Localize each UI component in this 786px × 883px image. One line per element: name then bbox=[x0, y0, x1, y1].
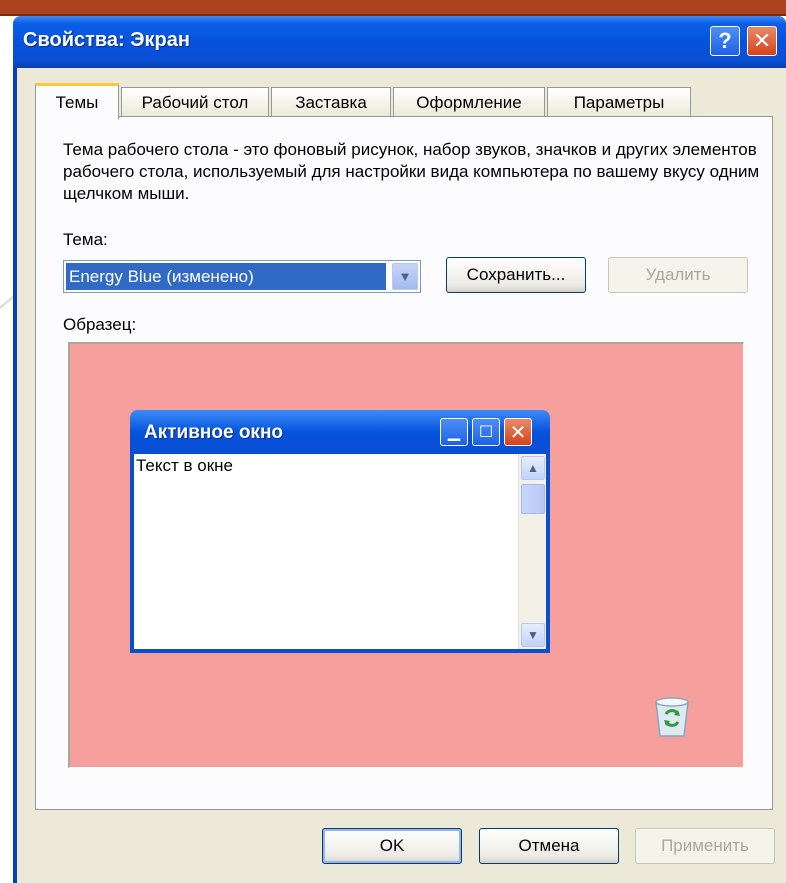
recycle-bin-icon bbox=[655, 697, 689, 737]
sample-label: Образец: bbox=[63, 315, 137, 334]
chevron-down-icon: ▼ bbox=[527, 628, 539, 642]
save-button[interactable]: Сохранить... bbox=[446, 257, 586, 293]
help-button[interactable]: ? bbox=[710, 26, 740, 56]
scroll-thumb bbox=[521, 484, 545, 514]
preview-window-body: Текст в окне ▲ ▼ bbox=[134, 454, 546, 649]
preview-maximize-button: ☐ bbox=[472, 418, 500, 446]
theme-description: Тема рабочего стола - это фоновый рисуно… bbox=[63, 140, 760, 203]
tab-themes[interactable]: Темы bbox=[35, 83, 119, 119]
preview-title-bar: Активное окно ▁ ☐ ✕ bbox=[130, 410, 550, 454]
delete-button[interactable]: Удалить bbox=[608, 257, 748, 293]
ok-button[interactable]: OK bbox=[322, 828, 462, 864]
top-decor-strip bbox=[0, 0, 786, 16]
tab-label: Оформление bbox=[416, 92, 522, 112]
chevron-up-icon: ▲ bbox=[527, 461, 539, 475]
theme-selected-value: Energy Blue (изменено) bbox=[66, 263, 386, 290]
display-properties-dialog: Свойства: Экран ? ✕ Темы Рабочий стол За… bbox=[13, 16, 786, 883]
preview-minimize-button: ▁ bbox=[440, 418, 468, 446]
tab-screensaver[interactable]: Заставка bbox=[271, 87, 391, 117]
cancel-button[interactable]: Отмена bbox=[479, 828, 619, 864]
preview-window-text: Текст в окне bbox=[136, 456, 234, 475]
scroll-up-button: ▲ bbox=[521, 456, 545, 480]
dropdown-arrow-button[interactable]: ▼ bbox=[392, 263, 418, 290]
tab-settings[interactable]: Параметры bbox=[547, 87, 691, 117]
preview-scrollbar: ▲ ▼ bbox=[518, 454, 546, 649]
tab-label: Заставка bbox=[295, 92, 367, 112]
preview-active-window: Активное окно ▁ ☐ ✕ Текст в окне ▲ ▼ bbox=[130, 410, 550, 653]
theme-preview: Активное окно ▁ ☐ ✕ Текст в окне ▲ ▼ bbox=[68, 342, 744, 768]
preview-window-title: Активное окно bbox=[144, 422, 284, 443]
question-mark-icon: ? bbox=[718, 28, 732, 53]
apply-button[interactable]: Применить bbox=[635, 828, 775, 864]
close-icon: ✕ bbox=[752, 28, 772, 53]
title-bar[interactable]: Свойства: Экран ? ✕ bbox=[13, 16, 786, 68]
close-icon: ✕ bbox=[509, 421, 527, 444]
scroll-down-button: ▼ bbox=[521, 623, 545, 647]
chevron-down-icon: ▼ bbox=[398, 269, 412, 284]
tab-label: Рабочий стол bbox=[141, 92, 249, 112]
tab-appearance[interactable]: Оформление bbox=[393, 87, 545, 117]
minimize-icon: ▁ bbox=[447, 424, 461, 441]
window-title: Свойства: Экран bbox=[23, 29, 190, 51]
theme-dropdown[interactable]: Energy Blue (изменено) ▼ bbox=[63, 260, 421, 293]
close-button[interactable]: ✕ bbox=[747, 26, 777, 56]
tab-label: Темы bbox=[55, 92, 99, 112]
preview-close-button: ✕ bbox=[504, 418, 532, 446]
tab-desktop[interactable]: Рабочий стол bbox=[121, 87, 269, 117]
theme-label: Тема: bbox=[63, 230, 108, 249]
dialog-client-area: Темы Рабочий стол Заставка Оформление Па… bbox=[17, 68, 786, 883]
maximize-icon: ☐ bbox=[478, 424, 494, 441]
tab-label: Параметры bbox=[573, 92, 665, 112]
themes-panel: Тема рабочего стола - это фоновый рисуно… bbox=[35, 116, 773, 810]
